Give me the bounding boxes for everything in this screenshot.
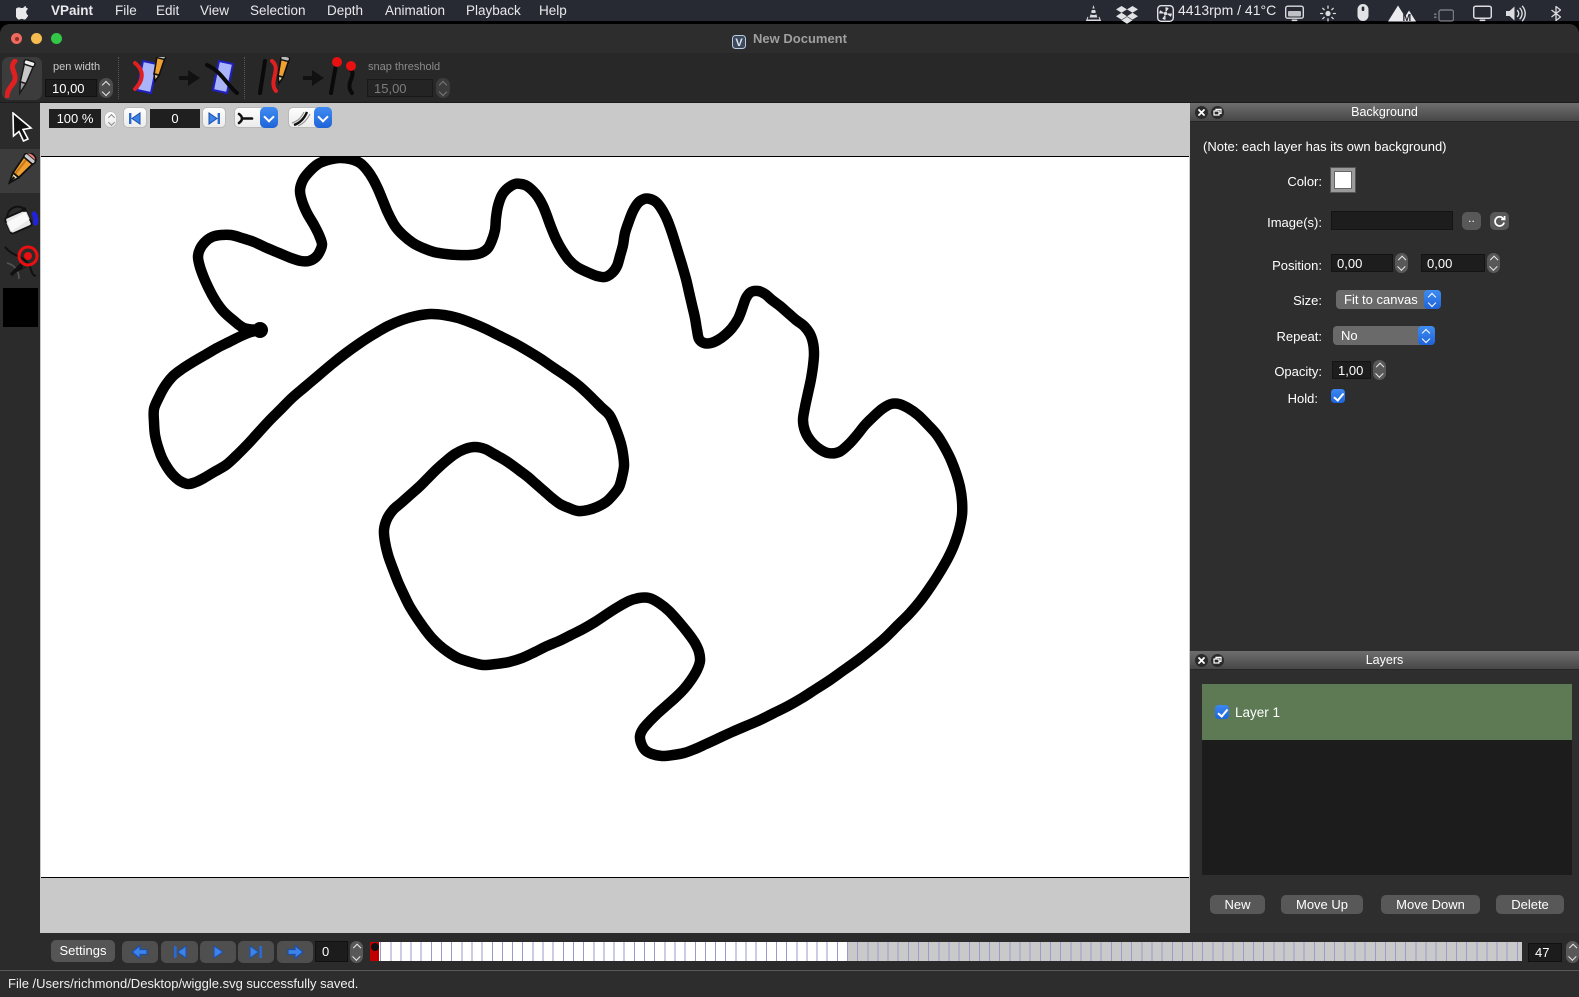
- svg-text:M: M: [1403, 12, 1412, 24]
